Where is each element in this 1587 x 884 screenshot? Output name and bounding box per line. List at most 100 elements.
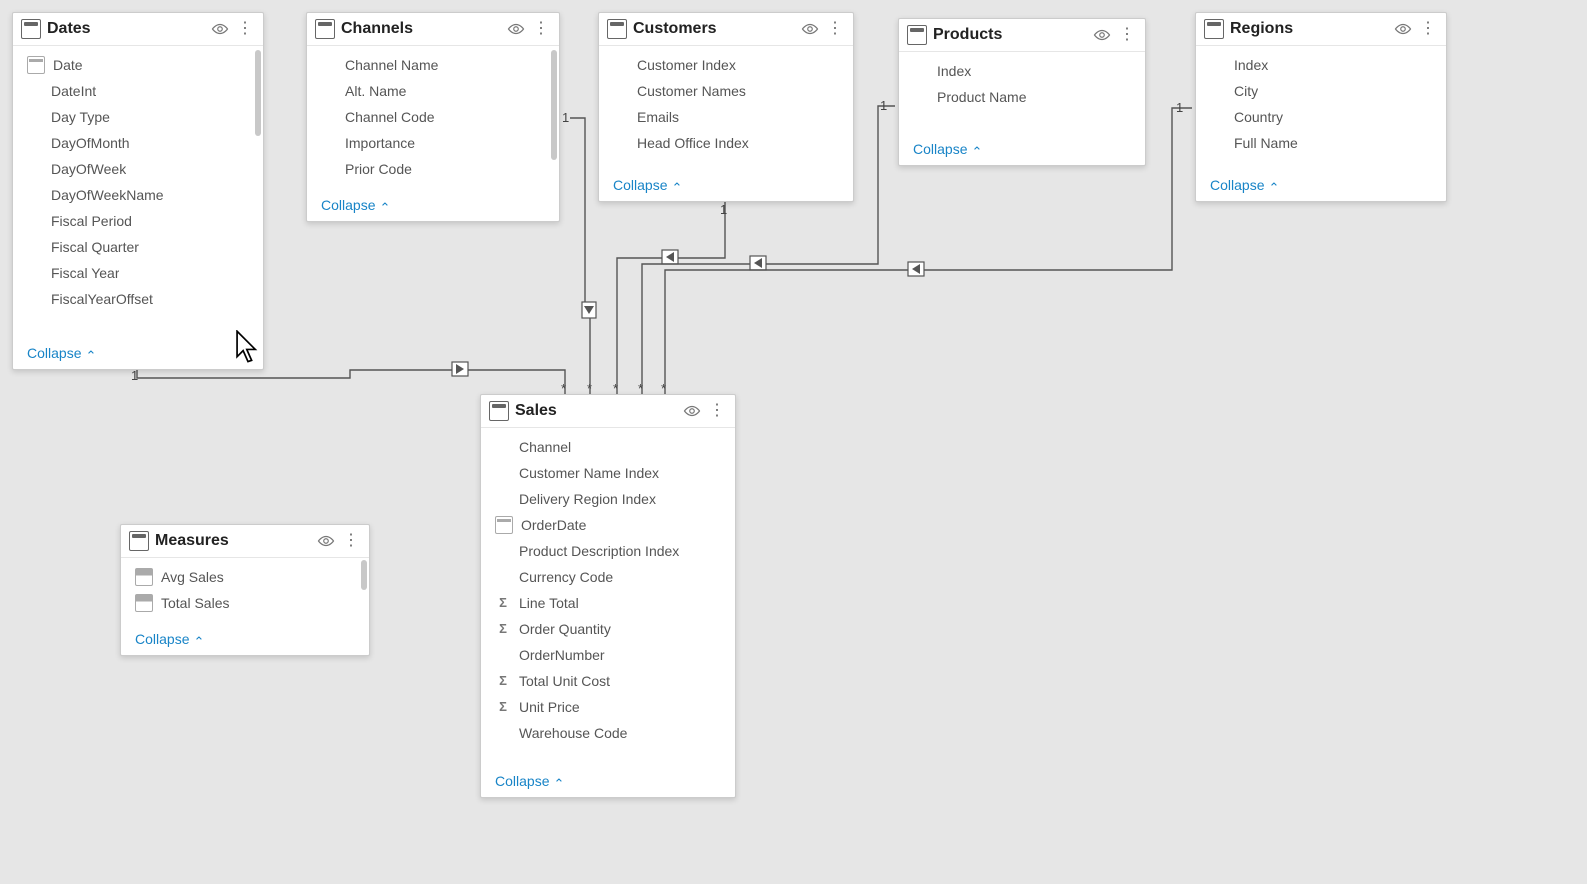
field-list: Channel NameAlt. NameChannel CodeImporta… bbox=[307, 46, 559, 192]
card-header: Channels ⋮ bbox=[307, 13, 559, 46]
field-row[interactable]: Emails bbox=[599, 104, 853, 130]
table-card-sales[interactable]: Sales ⋮ ChannelCustomer Name IndexDelive… bbox=[480, 394, 736, 798]
field-row[interactable]: Order Quantity bbox=[481, 616, 735, 642]
collapse-link[interactable]: Collapse bbox=[13, 340, 263, 369]
chevron-up-icon bbox=[379, 196, 390, 213]
more-options-icon[interactable]: ⋮ bbox=[1117, 27, 1137, 43]
field-row[interactable]: Channel Code bbox=[307, 104, 559, 130]
field-row[interactable]: Currency Code bbox=[481, 564, 735, 590]
table-card-regions[interactable]: Regions ⋮ IndexCityCountry Full Name Coll… bbox=[1195, 12, 1447, 202]
field-label: Order Quantity bbox=[519, 618, 611, 640]
visibility-toggle-icon[interactable] bbox=[211, 22, 229, 36]
field-label: Date bbox=[53, 54, 83, 76]
field-label: OrderDate bbox=[521, 514, 586, 536]
visibility-toggle-icon[interactable] bbox=[801, 22, 819, 36]
blank-icon bbox=[27, 265, 43, 281]
more-options-icon[interactable]: ⋮ bbox=[707, 403, 727, 419]
visibility-toggle-icon[interactable] bbox=[317, 534, 335, 548]
table-card-products[interactable]: Products ⋮ IndexProduct Name Collapse bbox=[898, 18, 1146, 166]
blank-icon bbox=[321, 57, 337, 73]
chevron-up-icon bbox=[671, 176, 682, 193]
more-options-icon[interactable]: ⋮ bbox=[1418, 21, 1438, 37]
more-options-icon[interactable]: ⋮ bbox=[235, 21, 255, 37]
field-label: Head Office Index bbox=[637, 132, 749, 154]
scrollbar-thumb[interactable] bbox=[551, 50, 557, 160]
blank-icon bbox=[613, 57, 629, 73]
field-row[interactable]: Channel Name bbox=[307, 52, 559, 78]
collapse-link[interactable]: Collapse bbox=[899, 136, 1145, 165]
field-row[interactable]: Product Name bbox=[899, 84, 1145, 110]
field-row[interactable]: OrderNumber bbox=[481, 642, 735, 668]
field-row[interactable]: Importance bbox=[307, 130, 559, 156]
collapse-link[interactable]: Collapse bbox=[1196, 172, 1446, 201]
scrollbar-thumb[interactable] bbox=[255, 50, 261, 136]
collapse-link[interactable]: Collapse bbox=[307, 192, 559, 221]
card-header: Dates ⋮ bbox=[13, 13, 263, 46]
scrollbar-thumb[interactable] bbox=[361, 560, 367, 590]
field-label: Country bbox=[1234, 106, 1283, 128]
field-row[interactable]: Unit Price bbox=[481, 694, 735, 720]
field-label: Customer Index bbox=[637, 54, 736, 76]
card-title: Regions bbox=[1230, 20, 1388, 38]
field-row[interactable]: DateInt bbox=[13, 78, 263, 104]
field-label: DayOfWeekName bbox=[51, 184, 164, 206]
table-card-channels[interactable]: Channels ⋮ Channel NameAlt. NameChannel … bbox=[306, 12, 560, 222]
field-label: Full Name bbox=[1234, 132, 1298, 154]
collapse-link[interactable]: Collapse bbox=[121, 626, 369, 655]
table-icon bbox=[315, 19, 335, 39]
field-row[interactable]: Warehouse Code bbox=[481, 720, 735, 746]
blank-icon bbox=[1210, 109, 1226, 125]
visibility-toggle-icon[interactable] bbox=[507, 22, 525, 36]
collapse-link[interactable]: Collapse bbox=[481, 768, 735, 797]
field-row[interactable]: Avg Sales bbox=[121, 564, 369, 590]
table-card-customers[interactable]: Customers ⋮ Customer IndexCustomer Names… bbox=[598, 12, 854, 202]
field-row[interactable]: Fiscal Quarter bbox=[13, 234, 263, 260]
blank-icon bbox=[913, 89, 929, 105]
field-row[interactable]: Index bbox=[899, 58, 1145, 84]
field-row[interactable]: FiscalYearOffset bbox=[13, 286, 263, 312]
field-row[interactable]: Total Sales bbox=[121, 590, 369, 616]
field-label: Day Type bbox=[51, 106, 110, 128]
field-row[interactable]: Full Name bbox=[1196, 130, 1446, 156]
blank-icon bbox=[27, 83, 43, 99]
field-row[interactable]: Head Office Index bbox=[599, 130, 853, 156]
field-row[interactable]: City bbox=[1196, 78, 1446, 104]
field-row[interactable]: Country bbox=[1196, 104, 1446, 130]
field-row[interactable]: Day Type bbox=[13, 104, 263, 130]
field-row[interactable]: Delivery Region Index bbox=[481, 486, 735, 512]
field-row[interactable]: Alt. Name bbox=[307, 78, 559, 104]
table-card-measures[interactable]: Measures ⋮ Avg SalesTotal Sales Collapse bbox=[120, 524, 370, 656]
field-row[interactable]: Customer Name Index bbox=[481, 460, 735, 486]
model-canvas[interactable]: 1 * 1 * 1 * 1 * 1 * Dates bbox=[0, 0, 1587, 884]
field-row[interactable]: Date bbox=[13, 52, 263, 78]
field-label: Delivery Region Index bbox=[519, 488, 656, 510]
visibility-toggle-icon[interactable] bbox=[1093, 28, 1111, 42]
collapse-label: Collapse bbox=[495, 773, 549, 789]
field-row[interactable]: OrderDate bbox=[481, 512, 735, 538]
more-options-icon[interactable]: ⋮ bbox=[531, 21, 551, 37]
more-options-icon[interactable]: ⋮ bbox=[341, 533, 361, 549]
field-row[interactable]: Customer Names bbox=[599, 78, 853, 104]
collapse-link[interactable]: Collapse bbox=[599, 172, 853, 201]
field-row[interactable]: Fiscal Year bbox=[13, 260, 263, 286]
blank-icon bbox=[27, 109, 43, 125]
card-header: Products ⋮ bbox=[899, 19, 1145, 52]
table-card-dates[interactable]: Dates ⋮ DateDateIntDay TypeDayOfMonthDay… bbox=[12, 12, 264, 370]
field-row[interactable]: Product Description Index bbox=[481, 538, 735, 564]
field-row[interactable]: Channel bbox=[481, 434, 735, 460]
visibility-toggle-icon[interactable] bbox=[683, 404, 701, 418]
visibility-toggle-icon[interactable] bbox=[1394, 22, 1412, 36]
field-row[interactable]: DayOfMonth bbox=[13, 130, 263, 156]
field-row[interactable]: DayOfWeekName bbox=[13, 182, 263, 208]
chevron-up-icon bbox=[553, 772, 564, 789]
field-row[interactable]: Customer Index bbox=[599, 52, 853, 78]
field-row[interactable]: Line Total bbox=[481, 590, 735, 616]
field-row[interactable]: Total Unit Cost bbox=[481, 668, 735, 694]
field-row[interactable]: Prior Code bbox=[307, 156, 559, 182]
field-row[interactable]: Index bbox=[1196, 52, 1446, 78]
more-options-icon[interactable]: ⋮ bbox=[825, 21, 845, 37]
field-row[interactable]: DayOfWeek bbox=[13, 156, 263, 182]
field-row[interactable]: Fiscal Period bbox=[13, 208, 263, 234]
field-label: Fiscal Quarter bbox=[51, 236, 139, 258]
table-icon bbox=[489, 401, 509, 421]
